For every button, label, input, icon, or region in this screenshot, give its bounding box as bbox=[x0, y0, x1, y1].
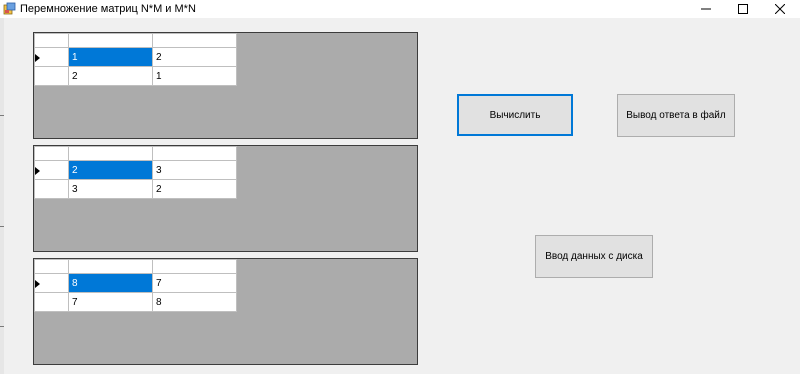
table-row: 8 7 bbox=[34, 273, 237, 293]
matrix-a-grid[interactable]: 1 2 2 1 bbox=[33, 32, 418, 139]
close-button[interactable] bbox=[762, 0, 798, 18]
grid-cell[interactable]: 8 bbox=[68, 273, 153, 293]
row-header[interactable] bbox=[34, 160, 69, 180]
matrix-b-grid[interactable]: 2 3 3 2 bbox=[33, 145, 418, 252]
compute-button[interactable]: Вычислить bbox=[457, 94, 573, 136]
column-header[interactable] bbox=[68, 259, 153, 274]
close-icon bbox=[775, 4, 785, 14]
minimize-icon bbox=[701, 8, 711, 10]
table-row: 1 2 bbox=[34, 47, 237, 67]
row-header[interactable] bbox=[34, 66, 69, 86]
grid-cell[interactable]: 2 bbox=[68, 66, 153, 86]
current-row-arrow-icon bbox=[35, 166, 43, 175]
column-header[interactable] bbox=[68, 146, 153, 161]
matrix-a-table: 1 2 2 1 bbox=[34, 33, 237, 86]
row-header[interactable] bbox=[34, 273, 69, 293]
current-row-arrow-icon bbox=[35, 279, 43, 288]
column-header[interactable] bbox=[152, 259, 237, 274]
grid-cell[interactable]: 2 bbox=[152, 179, 237, 199]
app-icon bbox=[3, 2, 16, 15]
grid-cell[interactable]: 8 bbox=[152, 292, 237, 312]
column-header-row bbox=[34, 33, 237, 48]
grid-cell[interactable]: 3 bbox=[68, 179, 153, 199]
grid-cell[interactable]: 2 bbox=[68, 160, 153, 180]
corner-header[interactable] bbox=[34, 259, 69, 274]
grid-cell[interactable]: 7 bbox=[68, 292, 153, 312]
corner-header[interactable] bbox=[34, 33, 69, 48]
grid-cell[interactable]: 2 bbox=[152, 47, 237, 67]
maximize-button[interactable] bbox=[725, 0, 761, 18]
row-header[interactable] bbox=[34, 179, 69, 199]
matrix-b-table: 2 3 3 2 bbox=[34, 146, 237, 199]
column-header[interactable] bbox=[68, 33, 153, 48]
table-row: 2 1 bbox=[34, 66, 237, 86]
column-header-row bbox=[34, 259, 237, 274]
column-header[interactable] bbox=[152, 33, 237, 48]
table-row: 2 3 bbox=[34, 160, 237, 180]
save-to-file-button[interactable]: Вывод ответа в файл bbox=[617, 94, 735, 137]
result-grid[interactable]: 8 7 7 8 bbox=[33, 258, 418, 365]
grid-cell[interactable]: 3 bbox=[152, 160, 237, 180]
grid-cell[interactable]: 1 bbox=[68, 47, 153, 67]
minimize-button[interactable] bbox=[688, 0, 724, 18]
title-bar[interactable]: Перемножение матриц N*M и M*N bbox=[0, 0, 800, 18]
grid-cell[interactable]: 1 bbox=[152, 66, 237, 86]
corner-header[interactable] bbox=[34, 146, 69, 161]
window-title: Перемножение матриц N*M и M*N bbox=[20, 3, 196, 15]
main-window: Перемножение матриц N*M и M*N 1 2 2 1 2 … bbox=[0, 0, 800, 374]
column-header[interactable] bbox=[152, 146, 237, 161]
row-header[interactable] bbox=[34, 292, 69, 312]
result-table: 8 7 7 8 bbox=[34, 259, 237, 312]
load-from-disk-button[interactable]: Ввод данных с диска bbox=[535, 235, 653, 278]
row-header[interactable] bbox=[34, 47, 69, 67]
maximize-icon bbox=[738, 4, 748, 14]
column-header-row bbox=[34, 146, 237, 161]
table-row: 7 8 bbox=[34, 292, 237, 312]
table-row: 3 2 bbox=[34, 179, 237, 199]
desktop-edge bbox=[0, 18, 4, 374]
current-row-arrow-icon bbox=[35, 53, 43, 62]
grid-cell[interactable]: 7 bbox=[152, 273, 237, 293]
